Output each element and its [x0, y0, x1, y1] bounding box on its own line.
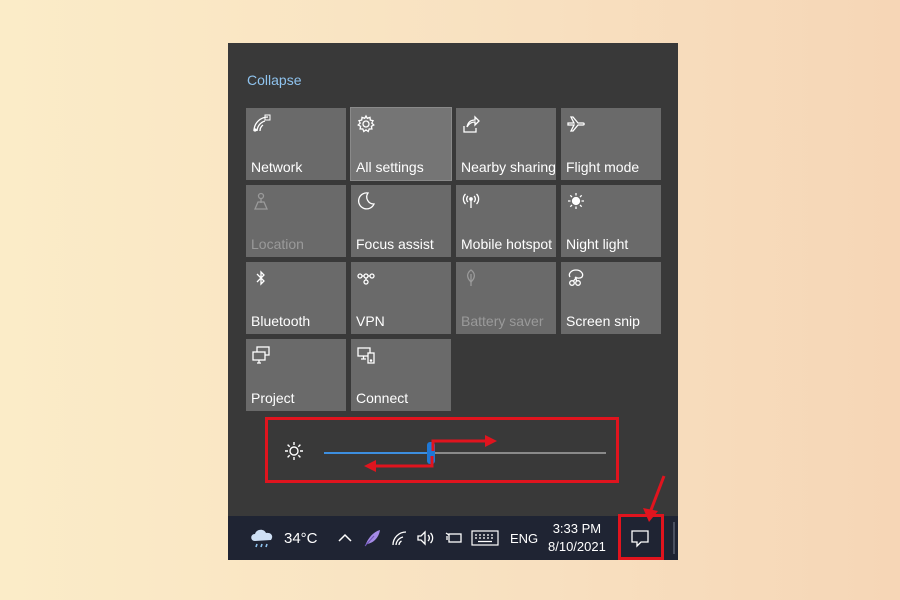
action-center-panel: Collapse Network All settings Nearby sha… — [228, 43, 678, 516]
tile-label: Screen snip — [566, 313, 640, 329]
sun-icon — [283, 440, 305, 462]
tile-label: Battery saver — [461, 313, 544, 329]
cloud-rain-icon — [248, 525, 276, 551]
network-tray-button[interactable] — [391, 516, 409, 560]
tile-nearby-sharing[interactable]: Nearby sharing — [456, 108, 556, 180]
tile-label: Flight mode — [566, 159, 640, 175]
tile-label: Project — [251, 390, 295, 406]
tile-label: Mobile hotspot — [461, 236, 553, 252]
tile-label: Network — [251, 159, 303, 175]
clock-button[interactable]: 3:33 PM 8/10/2021 — [548, 516, 606, 560]
collapse-link[interactable]: Collapse — [247, 72, 301, 88]
tile-bluetooth[interactable]: Bluetooth — [246, 262, 346, 334]
tile-label: Location — [251, 236, 304, 252]
moon-icon — [356, 191, 376, 211]
input-language-button[interactable]: ENG — [510, 516, 538, 560]
wifi-icon — [391, 529, 409, 547]
tile-connect[interactable]: Connect — [351, 339, 451, 411]
bluetooth-icon — [251, 268, 271, 288]
volume-tray-button[interactable] — [416, 516, 436, 560]
leaf-icon — [461, 268, 481, 288]
arrow-right-annotation-icon — [431, 435, 497, 451]
taskbar: 34°C ENG 3:33 PM 8/10/2021 — [228, 516, 678, 560]
brightness-highlight — [265, 417, 619, 483]
brightness-slider-thumb[interactable] — [427, 442, 436, 464]
battery-tray-button[interactable] — [444, 516, 464, 560]
battery-icon — [444, 529, 464, 547]
tile-location[interactable]: Location — [246, 185, 346, 257]
tile-vpn[interactable]: VPN — [351, 262, 451, 334]
tile-night-light[interactable]: Night light — [561, 185, 661, 257]
notification-highlight — [618, 514, 664, 560]
hotspot-icon — [461, 191, 481, 211]
touch-keyboard-button[interactable] — [471, 516, 499, 560]
scissors-icon — [566, 268, 586, 288]
tile-label: All settings — [356, 159, 424, 175]
tile-project[interactable]: Project — [246, 339, 346, 411]
connect-icon — [356, 345, 376, 365]
brightness-slider[interactable] — [324, 452, 606, 454]
keyboard-icon — [471, 530, 499, 546]
feather-app-tray-icon-button[interactable] — [362, 516, 382, 560]
tile-label: Connect — [356, 390, 409, 406]
clock-time: 3:33 PM — [552, 521, 602, 536]
location-icon — [251, 191, 271, 211]
tile-battery-saver[interactable]: Battery saver — [456, 262, 556, 334]
tile-label: Night light — [566, 236, 629, 252]
show-hidden-icons-button[interactable] — [337, 516, 353, 560]
gear-icon — [356, 114, 376, 134]
temperature-label: 34°C — [284, 529, 318, 547]
wifi-icon — [251, 114, 271, 134]
show-desktop-divider[interactable] — [673, 522, 675, 554]
tile-all-settings[interactable]: All settings — [350, 107, 452, 181]
sun-icon — [566, 191, 586, 211]
arrow-left-annotation-icon — [364, 456, 434, 472]
quick-actions-grid: Network All settings Nearby sharing Flig… — [246, 107, 661, 411]
tile-network[interactable]: Network — [246, 108, 346, 180]
project-icon — [251, 345, 271, 365]
share-icon — [461, 114, 481, 134]
tile-focus-assist[interactable]: Focus assist — [351, 185, 451, 257]
weather-widget[interactable]: 34°C — [248, 516, 318, 560]
brightness-slider-fill — [324, 452, 432, 454]
feather-icon — [362, 528, 382, 548]
vpn-icon — [356, 268, 376, 288]
airplane-icon — [566, 114, 586, 134]
tile-mobile-hotspot[interactable]: Mobile hotspot — [456, 185, 556, 257]
tile-label: Bluetooth — [251, 313, 311, 329]
speaker-icon — [416, 529, 436, 547]
chevron-up-icon — [337, 530, 353, 546]
tile-label: Focus assist — [356, 236, 434, 252]
tile-label: Nearby sharing — [461, 159, 556, 175]
tile-flight-mode[interactable]: Flight mode — [561, 108, 661, 180]
tile-screen-snip[interactable]: Screen snip — [561, 262, 661, 334]
clock-date: 8/10/2021 — [548, 539, 606, 554]
tile-label: VPN — [356, 313, 385, 329]
